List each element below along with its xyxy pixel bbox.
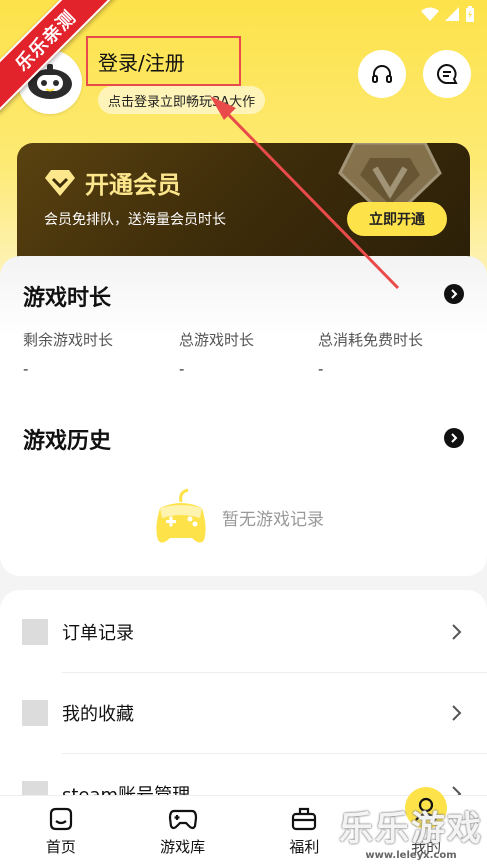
login-hint[interactable]: 点击登录立即畅玩3A大作 — [98, 86, 266, 114]
status-bar — [421, 6, 475, 22]
watermark-title: 乐乐游戏 — [339, 809, 483, 849]
watermark: 乐乐游戏 www.leleyx.com — [339, 801, 483, 861]
vip-card[interactable]: 开通会员 会员免排队，送海量会员时长 立即开通 — [17, 143, 470, 271]
favorites-icon — [22, 700, 48, 726]
home-icon — [49, 807, 72, 831]
free-time-used-label: 总消耗免费时长 — [318, 331, 424, 349]
vip-title: 开通会员 — [85, 171, 181, 199]
signal-icon — [445, 7, 459, 21]
vip-title-row: 开通会员 — [45, 165, 181, 200]
headphones-icon — [372, 65, 392, 83]
battery-icon — [466, 6, 474, 22]
remaining-time-label: 剩余游戏时长 — [23, 331, 114, 349]
watermark-url: www.leleyx.com — [365, 850, 457, 861]
diamond-icon — [45, 169, 75, 196]
history-title: 游戏历史 — [23, 429, 112, 454]
nav-label: 福利 — [289, 838, 320, 856]
orders-icon — [22, 619, 48, 645]
menu-item-label: 订单记录 — [62, 623, 134, 644]
vip-open-button[interactable]: 立即开通 — [347, 202, 447, 236]
history-empty-text: 暂无游戏记录 — [222, 510, 324, 530]
nav-home[interactable]: 首页 — [0, 796, 122, 865]
total-time-value: - — [179, 360, 185, 378]
login-register-link[interactable]: 登录/注册 — [86, 36, 241, 86]
menu-item-label: 我的收藏 — [62, 704, 134, 725]
free-time-used-value: - — [318, 360, 324, 378]
remaining-time-value: - — [23, 360, 29, 378]
history-more-button[interactable] — [444, 428, 464, 448]
total-time-label: 总游戏时长 — [179, 331, 255, 349]
chat-icon — [437, 63, 458, 84]
game-time-title: 游戏时长 — [23, 286, 112, 311]
nav-game-library[interactable]: 游戏库 — [122, 796, 244, 865]
empty-gamepad-icon — [156, 488, 206, 543]
chevron-right-icon — [452, 624, 462, 640]
customer-service-button[interactable] — [358, 50, 406, 98]
game-time-more-button[interactable] — [444, 284, 464, 304]
login-label: 登录/注册 — [98, 50, 185, 75]
nav-label: 首页 — [45, 838, 76, 856]
vip-subtitle: 会员免排队，送海量会员时长 — [44, 212, 226, 228]
messages-button[interactable] — [423, 50, 471, 98]
wifi-icon — [421, 7, 439, 21]
chevron-right-icon — [452, 705, 462, 721]
menu-item-orders[interactable]: 订单记录 — [22, 592, 467, 672]
nav-label: 游戏库 — [160, 838, 206, 856]
gamepad-icon — [168, 809, 197, 830]
menu-item-favorites[interactable]: 我的收藏 — [22, 673, 467, 753]
chevron-right-icon — [451, 433, 458, 443]
chevron-right-icon — [451, 289, 458, 299]
gift-icon — [292, 807, 317, 831]
